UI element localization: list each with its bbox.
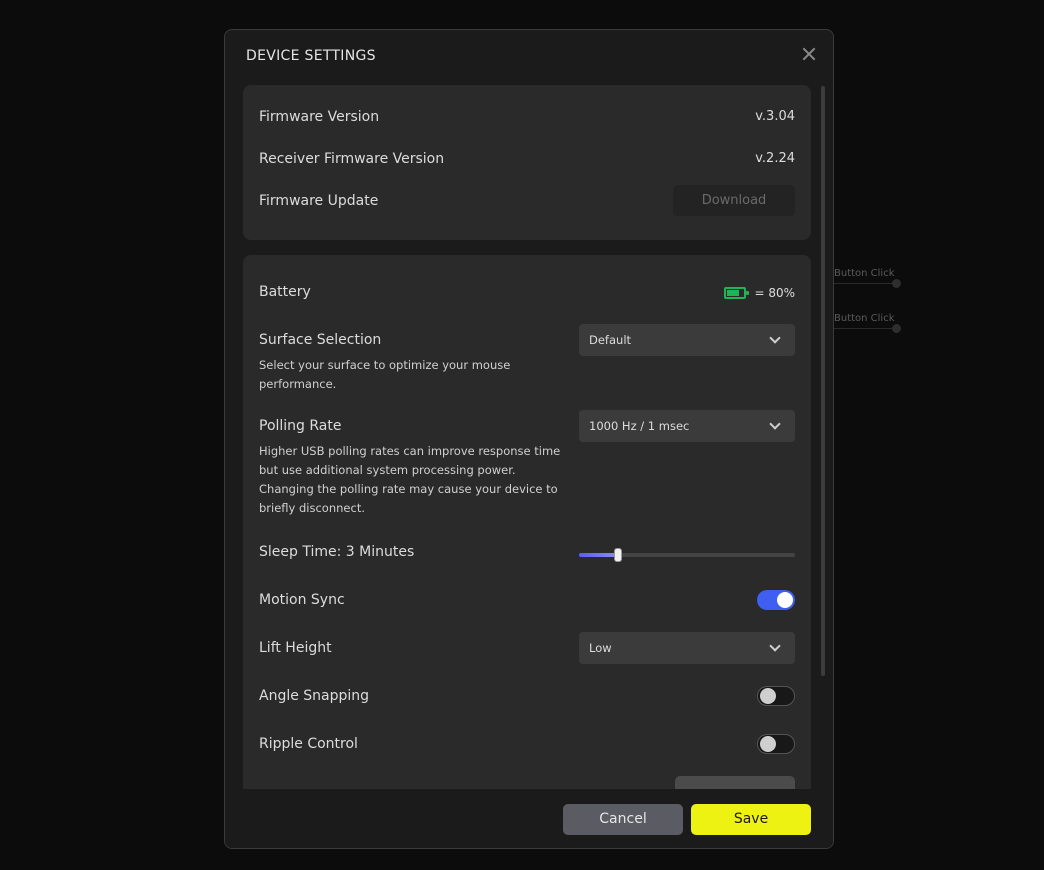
toggle-knob — [777, 592, 793, 608]
receiver-firmware-label: Receiver Firmware Version — [259, 151, 445, 167]
lift-height-label: Lift Height — [259, 640, 332, 656]
background-row-dot — [892, 279, 901, 288]
background-mapping-row: Button Click — [834, 268, 904, 288]
polling-rate-description: Higher USB polling rates can improve res… — [259, 444, 561, 515]
firmware-update-label: Firmware Update — [259, 193, 379, 209]
background-row-line — [834, 283, 894, 284]
lift-height-value: Low — [589, 641, 612, 655]
firmware-version-label: Firmware Version — [259, 109, 380, 125]
background-row-label: Button Click — [834, 313, 895, 324]
surface-selection-value: Default — [589, 333, 632, 347]
download-button[interactable]: Download — [673, 185, 795, 216]
battery-icon — [724, 287, 750, 299]
dialog-title: DEVICE SETTINGS — [246, 48, 376, 64]
slider-fill — [579, 553, 618, 557]
surface-selection-label: Surface Selection — [259, 332, 382, 348]
cut-off-row-button[interactable] — [675, 776, 795, 789]
polling-rate-dropdown[interactable]: 1000 Hz / 1 msec — [579, 410, 795, 442]
firmware-version-value: v.3.04 — [755, 109, 795, 124]
settings-scroll-area[interactable]: Firmware Version v.3.04 Receiver Firmwar… — [225, 85, 833, 789]
angle-snapping-label: Angle Snapping — [259, 688, 370, 704]
battery-status: = 80% — [724, 284, 795, 302]
battery-label: Battery — [259, 284, 311, 300]
polling-rate-value: 1000 Hz / 1 msec — [589, 419, 690, 433]
device-settings-card: Battery = 80% Surface Selection Default … — [243, 255, 811, 789]
device-settings-dialog: DEVICE SETTINGS Firmware Version v.3.04 … — [224, 29, 834, 849]
background-row-line — [834, 328, 894, 329]
chevron-down-icon — [769, 332, 781, 344]
slider-thumb[interactable] — [613, 548, 622, 562]
toggle-knob — [760, 736, 776, 752]
motion-sync-toggle[interactable] — [757, 590, 795, 610]
lift-height-dropdown[interactable]: Low — [579, 632, 795, 664]
surface-selection-description: Select your surface to optimize your mou… — [259, 358, 511, 391]
receiver-firmware-value: v.2.24 — [755, 151, 795, 166]
ripple-control-label: Ripple Control — [259, 736, 358, 752]
motion-sync-label: Motion Sync — [259, 592, 345, 608]
scrollbar[interactable] — [821, 86, 825, 676]
sleep-time-label: Sleep Time: 3 Minutes — [259, 544, 415, 560]
ripple-control-toggle[interactable] — [757, 734, 795, 754]
save-button[interactable]: Save — [691, 804, 811, 835]
chevron-down-icon — [769, 640, 781, 652]
background-mapping-row: Button Click — [834, 313, 904, 333]
chevron-down-icon — [769, 418, 781, 430]
background-row-label: Button Click — [834, 268, 895, 279]
polling-rate-label: Polling Rate — [259, 418, 342, 434]
firmware-card: Firmware Version v.3.04 Receiver Firmwar… — [243, 85, 811, 240]
toggle-knob — [760, 688, 776, 704]
cancel-button[interactable]: Cancel — [563, 804, 683, 835]
surface-selection-dropdown[interactable]: Default — [579, 324, 795, 356]
background-row-dot — [892, 324, 901, 333]
battery-percentage: = 80% — [754, 286, 795, 300]
close-icon[interactable] — [799, 44, 819, 64]
angle-snapping-toggle[interactable] — [757, 686, 795, 706]
sleep-time-slider[interactable] — [579, 547, 795, 563]
dialog-footer: Cancel Save — [225, 789, 833, 848]
battery-fill — [727, 290, 739, 296]
